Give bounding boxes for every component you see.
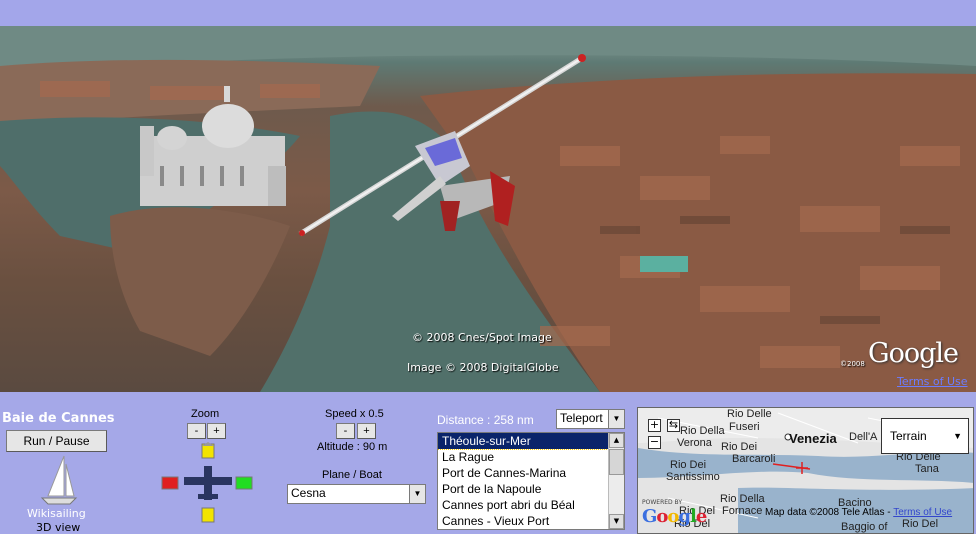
map-place-label: Venezia — [789, 431, 837, 446]
map-place-label: Rio Del — [902, 518, 939, 530]
destination-list-scrollbar[interactable]: ▲ ▼ — [608, 433, 624, 529]
map-type-button[interactable]: Terrain ▼ — [881, 418, 969, 454]
map-place-label: Santissimo — [666, 471, 720, 483]
destination-item[interactable]: Port de Cannes-Marina — [438, 465, 624, 481]
control-panel: Baie de Cannes Run / Pause Wikisailing 3… — [0, 392, 976, 534]
scroll-down-icon[interactable]: ▼ — [609, 514, 624, 529]
chevron-down-icon[interactable]: ▼ — [608, 410, 624, 428]
chevron-down-icon: ▼ — [953, 431, 962, 441]
distance-readout: Distance : 258 nm — [437, 413, 534, 427]
destination-item[interactable]: Cannes port abri du Béal — [438, 497, 624, 513]
map-place-label: Rio Dei — [670, 459, 707, 471]
map-place-label: Rio Della — [680, 425, 725, 437]
google-logo: Google — [868, 338, 959, 369]
teleport-select[interactable]: Teleport ▼ — [556, 409, 625, 429]
map-type-label: Terrain — [890, 429, 927, 443]
map-zoom-in-button[interactable]: + — [648, 419, 661, 432]
top-strip — [0, 0, 976, 26]
vehicle-label: Plane / Boat — [322, 469, 382, 481]
destination-item[interactable]: Port de la Napoule — [438, 481, 624, 497]
location-title: Baie de Cannes — [2, 411, 115, 426]
vehicle-select[interactable]: Cesna ▼ — [287, 484, 426, 504]
speed-label: Speed x 0.5 — [325, 408, 384, 420]
map-place-label: Barcaroli — [732, 453, 776, 465]
view-mode-label: 3D view — [36, 521, 81, 534]
green-arrow-right-icon[interactable] — [235, 476, 253, 490]
map-place-label: Rio Dei — [721, 441, 758, 453]
mini-map[interactable]: + ⇆ − Rio Delle Fuseri Rio Della Verona … — [637, 407, 974, 534]
destination-list[interactable]: Théoule-sur-Mer La Rague Port de Cannes-Ma… — [437, 432, 625, 530]
scroll-up-icon[interactable]: ▲ — [609, 433, 624, 448]
powered-by-label: POWERED BY — [642, 499, 683, 506]
speed-plus-button[interactable]: + — [357, 423, 376, 439]
map-place-label: Tana — [915, 463, 939, 475]
sailboat-icon[interactable] — [38, 454, 78, 508]
altitude-readout: Altitude : 90 m — [317, 441, 388, 453]
imagery-credit-digitalglobe: Image © 2008 DigitalGlobe — [407, 361, 559, 374]
map-place-label: Verona — [677, 437, 712, 449]
destination-item[interactable]: Cannes - Vieux Port — [438, 513, 624, 529]
yellow-arrow-up-icon[interactable] — [201, 442, 215, 459]
map-place-label: Baggio of — [841, 521, 888, 533]
chevron-down-icon[interactable]: ▼ — [409, 485, 425, 503]
terms-of-use-link[interactable]: Terms of Use — [897, 375, 968, 388]
map-pan-icon[interactable]: ⇆ — [667, 419, 680, 432]
map-place-label: Rio Delle — [727, 408, 772, 420]
destination-item[interactable]: Théoule-sur-Mer — [438, 433, 624, 450]
scroll-thumb[interactable] — [609, 449, 624, 475]
map-terms-link[interactable]: Terms of Use — [893, 507, 952, 518]
map-zoom-out-button[interactable]: − — [648, 436, 661, 449]
app-root: © 2008 Cnes/Spot Image Image © 2008 Digi… — [0, 0, 976, 534]
direction-pad — [161, 442, 253, 523]
plane-icon — [184, 466, 232, 500]
yellow-arrow-down-icon[interactable] — [201, 507, 215, 523]
teleport-select-value: Teleport — [560, 411, 603, 425]
mini-google-logo: Google — [642, 506, 707, 527]
map-place-label: Rio Della — [720, 493, 765, 505]
map-place-label: Fuseri — [729, 421, 760, 433]
imagery-credit-year: ©2008 — [840, 360, 865, 368]
destination-item[interactable]: La Rague — [438, 449, 624, 465]
map-place-label: Fornace — [722, 505, 763, 517]
zoom-minus-button[interactable]: - — [187, 423, 206, 439]
run-pause-button[interactable]: Run / Pause — [6, 430, 107, 452]
wikisailing-label: Wikisailing — [27, 507, 86, 520]
red-arrow-left-icon[interactable] — [161, 476, 179, 490]
speed-minus-button[interactable]: - — [336, 423, 355, 439]
vehicle-select-value: Cesna — [291, 486, 326, 500]
zoom-plus-button[interactable]: + — [207, 423, 226, 439]
earth-3d-view[interactable]: © 2008 Cnes/Spot Image Image © 2008 Digi… — [0, 26, 976, 392]
map-copyright-text: Map data ©2008 Tele Atlas - — [765, 507, 894, 518]
zoom-label: Zoom — [191, 408, 220, 420]
imagery-credit-cnes: © 2008 Cnes/Spot Image — [412, 331, 552, 344]
map-copyright: Map data ©2008 Tele Atlas - Terms of Use — [765, 507, 952, 518]
map-place-label: Dell'A — [849, 431, 878, 443]
